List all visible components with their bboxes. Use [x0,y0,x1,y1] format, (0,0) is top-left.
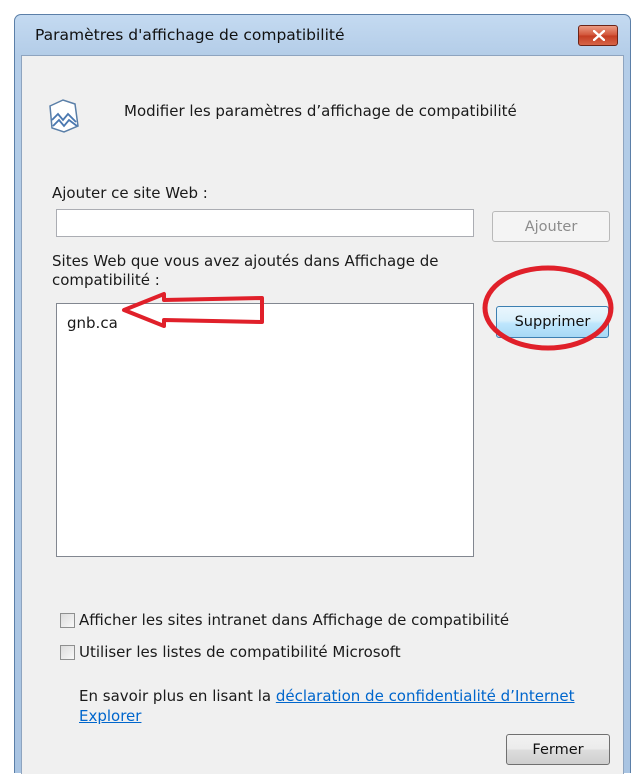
remove-button[interactable]: Supprimer [496,306,609,338]
microsoft-lists-option[interactable]: Utiliser les listes de compatibilité Mic… [60,643,401,661]
added-sites-list[interactable]: gnb.ca [56,303,474,557]
close-window-button[interactable] [578,25,618,46]
microsoft-lists-checkbox[interactable] [60,644,75,660]
intranet-option[interactable]: Afficher les sites intranet dans Afficha… [60,611,509,629]
add-site-label: Ajouter ce site Web : [52,184,208,202]
title-bar[interactable]: Paramètres d'affichage de compatibilité [15,15,630,55]
add-button[interactable]: Ajouter [492,211,610,242]
close-icon [593,30,605,41]
dialog-content: Modifier les paramètres d’affichage de c… [21,55,624,774]
intranet-checkbox-label[interactable]: Afficher les sites intranet dans Afficha… [79,611,509,629]
microsoft-lists-checkbox-label[interactable]: Utiliser les listes de compatibilité Mic… [79,643,401,661]
added-sites-label: Sites Web que vous avez ajoutés dans Aff… [52,252,439,289]
add-site-input[interactable] [56,209,474,237]
compatibility-view-dialog: Paramètres d'affichage de compatibilité … [14,14,631,774]
privacy-info-prefix: En savoir plus en lisant la [79,687,276,705]
privacy-info: En savoir plus en lisant la déclaration … [79,686,599,726]
intranet-checkbox[interactable] [60,612,75,628]
list-item[interactable]: gnb.ca [67,314,118,332]
header-description: Modifier les paramètres d’affichage de c… [124,102,517,120]
window-title: Paramètres d'affichage de compatibilité [35,26,345,44]
close-button[interactable]: Fermer [506,734,610,765]
compatibility-view-icon [49,99,79,133]
